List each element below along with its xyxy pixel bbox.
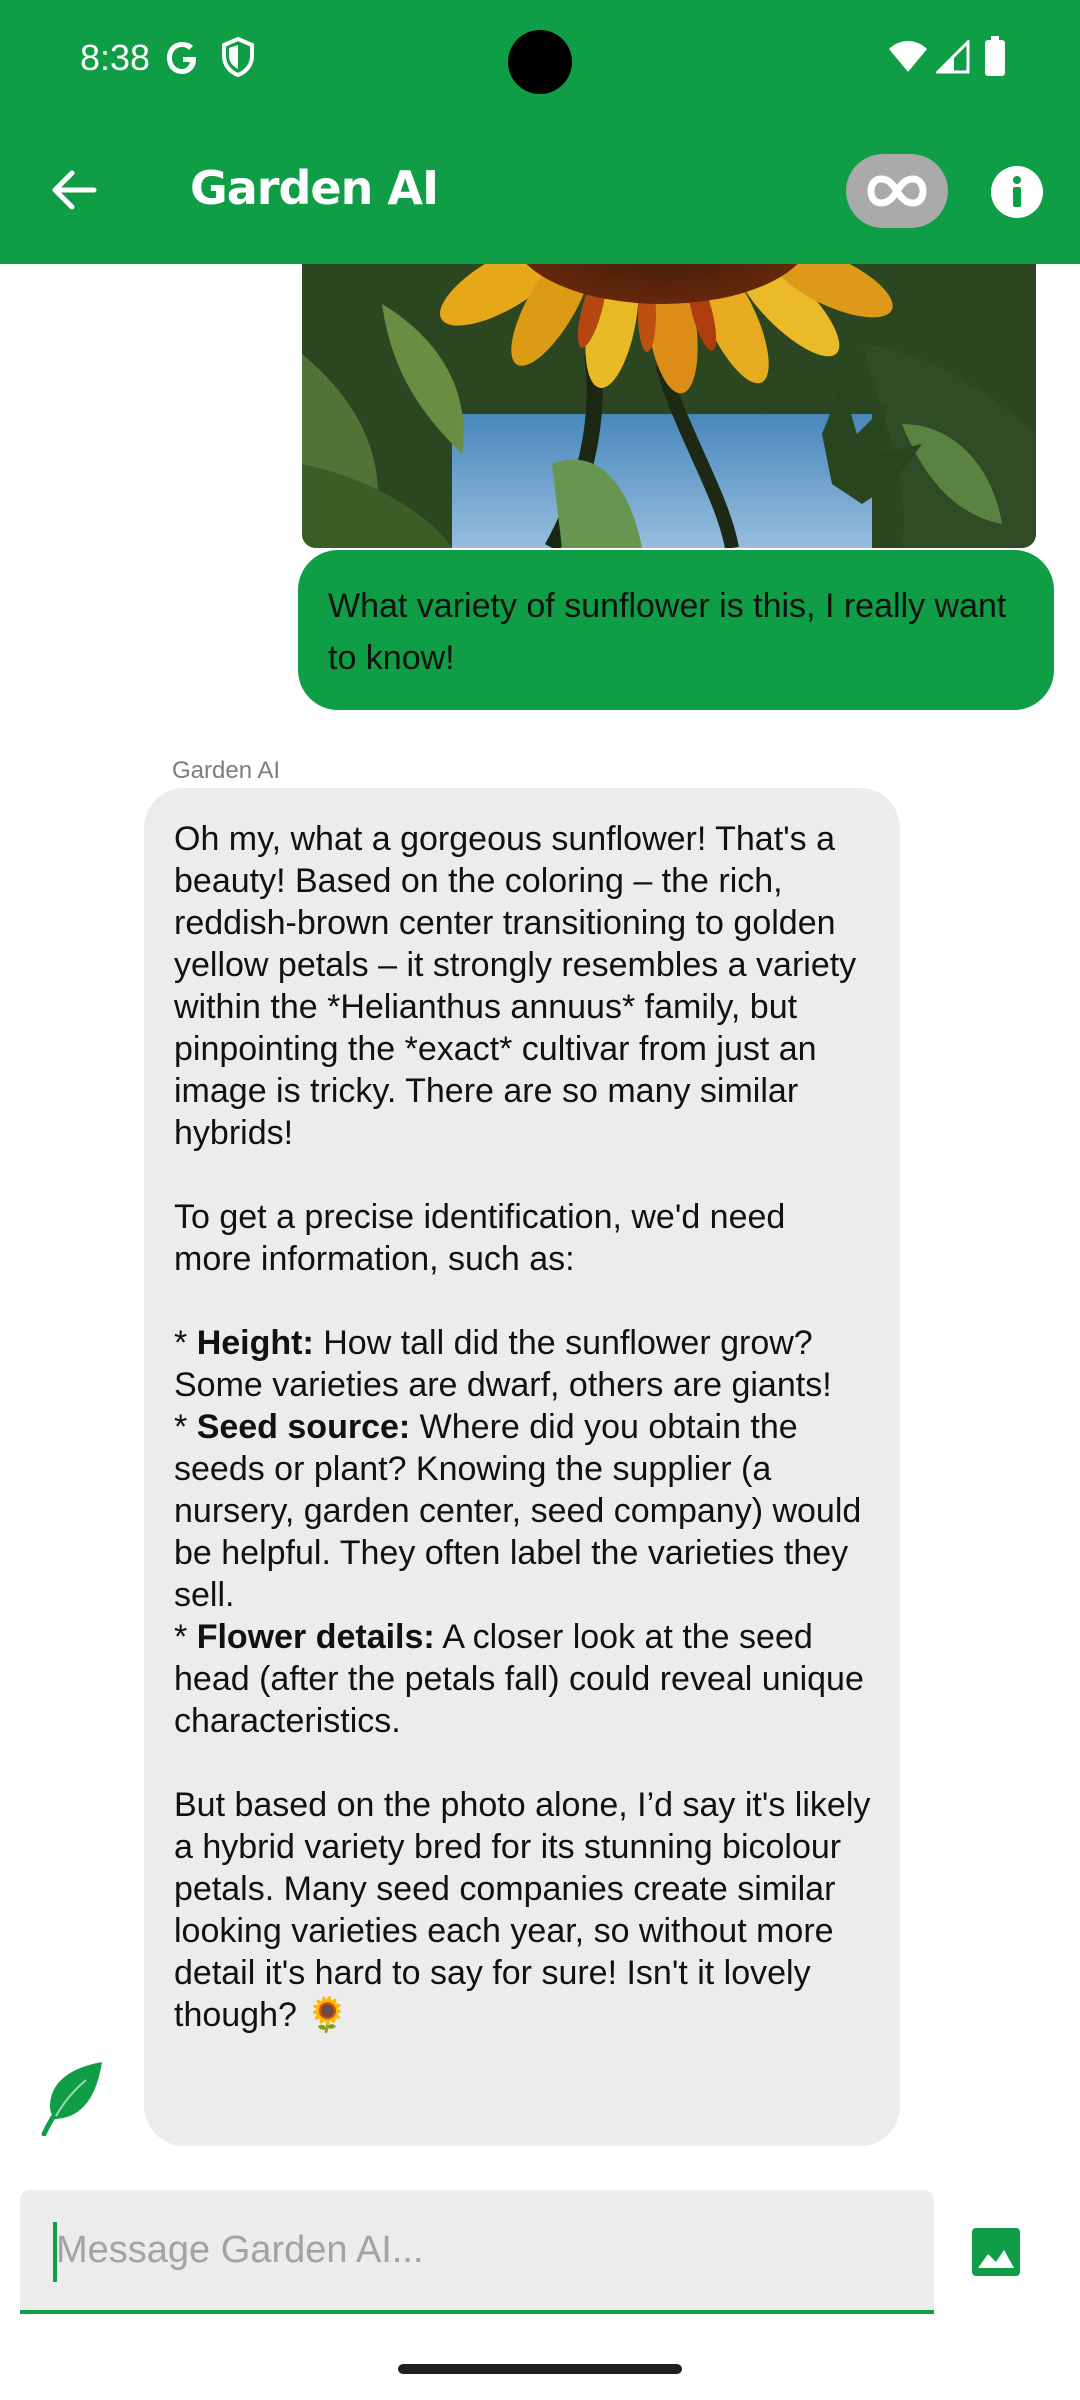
signal-icon: [936, 40, 970, 74]
battery-icon: [985, 36, 1005, 76]
ai-intro-text: Oh my, what a gorgeous sunflower! That's…: [174, 820, 857, 1152]
text-caret: [53, 2222, 57, 2282]
back-arrow-icon: [52, 170, 97, 210]
sunflower-photo[interactable]: [302, 264, 1036, 548]
user-message-text: What variety of sunflower is this, I rea…: [328, 587, 1007, 677]
shield-icon: [222, 36, 254, 78]
ai-bullet-flower-details: * Flower details: A closer look at the s…: [174, 1618, 864, 1740]
message-composer: [20, 2190, 934, 2314]
camera-cutout: [508, 30, 572, 94]
chat-screen: 8:38 Garden AI What variety of sunflower…: [0, 0, 1080, 2400]
app-title: Garden AI: [190, 161, 439, 215]
user-message-bubble[interactable]: What variety of sunflower is this, I rea…: [298, 550, 1054, 710]
google-icon: [167, 42, 196, 74]
home-indicator[interactable]: [398, 2364, 682, 2374]
image-attach-icon[interactable]: [970, 2226, 1022, 2278]
infinity-icon: [867, 175, 927, 207]
back-button[interactable]: [40, 160, 108, 220]
message-input[interactable]: [54, 2218, 898, 2282]
status-time: 8:38: [80, 37, 151, 78]
wifi-icon: [889, 41, 927, 72]
ai-request-text: To get a precise identification, we'd ne…: [174, 1198, 786, 1278]
ai-message-bubble[interactable]: Oh my, what a gorgeous sunflower! That's…: [144, 788, 900, 2146]
infinity-button[interactable]: [846, 154, 948, 228]
leaf-avatar-icon: [41, 2062, 102, 2136]
ai-sender-label: Garden AI: [172, 757, 281, 784]
ai-bullet-height: * Height: How tall did the sunflower gro…: [174, 1324, 832, 1404]
ai-bullet-seed-source: * Seed source: Where did you obtain the …: [174, 1408, 862, 1614]
sunflower-image: [302, 264, 1036, 548]
info-icon[interactable]: [990, 165, 1044, 219]
ai-conclusion-text: But based on the photo alone, I’d say it…: [174, 1786, 871, 2034]
app-header: 8:38 Garden AI: [0, 0, 1080, 264]
